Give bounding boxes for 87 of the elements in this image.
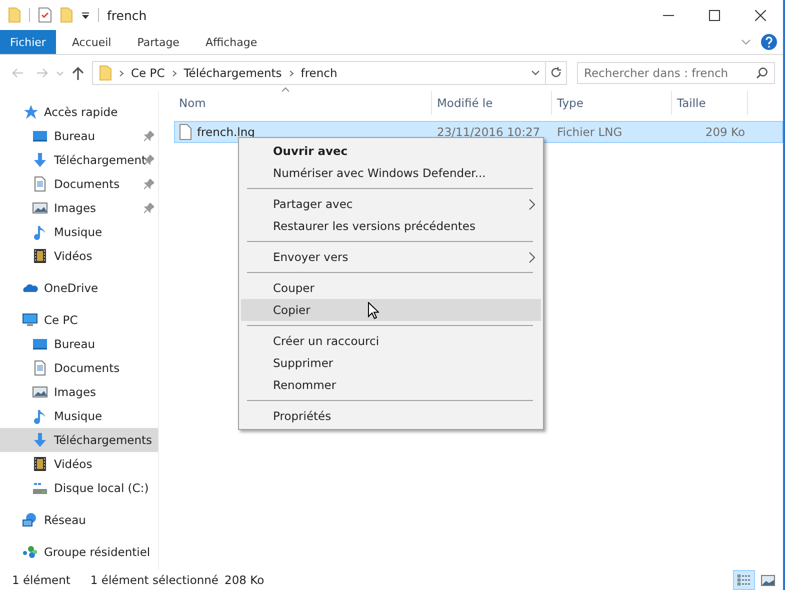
close-icon[interactable] xyxy=(754,10,766,20)
search-field[interactable]: Rechercher dans : french xyxy=(577,62,775,84)
nav-item[interactable]: Bureau xyxy=(0,124,158,148)
chevron-icon xyxy=(288,70,294,76)
nav-item[interactable]: Accès rapide xyxy=(0,100,158,124)
menu-item[interactable]: Copier xyxy=(241,299,541,321)
nav-item[interactable]: Téléchargement xyxy=(0,148,158,172)
picture-view-icon xyxy=(761,574,775,586)
document-icon xyxy=(32,176,48,192)
selection-info: 1 élément sélectionné xyxy=(90,573,219,587)
table-cell-text: Fichier LNG xyxy=(556,124,624,141)
folder-icon xyxy=(99,65,112,81)
drive-icon xyxy=(32,480,48,496)
breadcrumb[interactable]: french xyxy=(300,66,338,80)
window-title: french xyxy=(107,8,147,22)
table-cell-text: 209 Ko xyxy=(704,124,746,141)
document-icon xyxy=(32,360,48,376)
nav-item[interactable]: Musique xyxy=(0,404,158,428)
menu-item[interactable]: Ouvrir avec xyxy=(241,140,541,162)
ribbon-tab[interactable]: Accueil xyxy=(62,30,122,54)
desktop-icon xyxy=(32,128,48,144)
nav-item[interactable]: Vidéos xyxy=(0,452,158,476)
nav-item[interactable]: Documents xyxy=(0,172,158,196)
properties-icon[interactable] xyxy=(38,7,52,23)
nav-item[interactable]: Réseau xyxy=(0,508,158,532)
chevron-icon xyxy=(172,70,177,76)
menu-item[interactable]: Supprimer xyxy=(241,352,541,374)
ribbon-tab[interactable]: Affichage xyxy=(195,30,268,54)
menu-item[interactable]: Restaurer les versions précédentes xyxy=(241,215,541,237)
refresh-icon[interactable] xyxy=(550,67,562,79)
nav-item[interactable]: Ce PC xyxy=(0,308,158,332)
image-icon xyxy=(32,384,48,400)
search-icon xyxy=(756,67,768,79)
file-name: french.lng xyxy=(197,125,255,139)
new-folder-icon xyxy=(60,7,73,23)
item-count: 1 élément xyxy=(12,573,70,587)
people-group-icon xyxy=(22,544,38,560)
film-icon xyxy=(32,248,48,264)
list-view-icon xyxy=(737,574,751,586)
chevron-icon xyxy=(119,70,124,76)
monitor-icon xyxy=(22,312,38,328)
table-cell-text: 23/11/2016 10:27 xyxy=(436,124,542,141)
menu-item[interactable]: Renommer xyxy=(241,374,541,396)
nav-item[interactable]: Vidéos xyxy=(0,244,158,268)
selection-size: 208 Ko xyxy=(224,573,264,587)
column-header[interactable]: Taille xyxy=(672,91,748,115)
breadcrumb[interactable]: Ce PC xyxy=(131,66,165,80)
address-bar[interactable]: Ce PC Téléchargements french xyxy=(92,61,567,85)
menu-item[interactable]: Couper xyxy=(241,277,541,299)
menu-item[interactable]: Créer un raccourci xyxy=(241,330,541,352)
breadcrumb[interactable]: Téléchargements xyxy=(184,66,282,80)
details-view-button[interactable] xyxy=(733,570,755,590)
nav-item[interactable]: OneDrive xyxy=(0,276,158,300)
download-icon xyxy=(32,432,48,448)
ribbon-tab[interactable]: Fichier xyxy=(0,30,56,54)
nav-item[interactable]: Téléchargements xyxy=(0,428,158,452)
image-icon xyxy=(32,200,48,216)
maximize-icon[interactable] xyxy=(708,10,720,20)
star-icon xyxy=(22,104,38,120)
menu-item[interactable]: Envoyer vers xyxy=(241,246,541,268)
network-icon xyxy=(22,512,38,528)
expand-ribbon-icon[interactable] xyxy=(741,39,751,45)
file-icon xyxy=(179,124,192,140)
nav-item[interactable]: Disque local (C:) xyxy=(0,476,158,500)
desktop-icon xyxy=(32,336,48,352)
menu-item[interactable]: Propriétés xyxy=(241,405,541,427)
ribbon-tab[interactable]: Partage xyxy=(127,30,190,54)
menu-item[interactable]: Numériser avec Windows Defender... xyxy=(241,162,541,184)
mouse-pointer-icon xyxy=(368,302,380,318)
film-icon xyxy=(32,456,48,472)
nav-item[interactable]: Bureau xyxy=(0,332,158,356)
nav-item[interactable]: Musique xyxy=(0,220,158,244)
nav-item[interactable]: Images xyxy=(0,380,158,404)
nav-item[interactable]: Images xyxy=(0,196,158,220)
dropdown-icon[interactable] xyxy=(530,70,540,76)
nav-item[interactable]: Groupe résidentiel xyxy=(0,540,158,564)
dropdown-icon[interactable] xyxy=(81,10,90,20)
column-header[interactable]: Type xyxy=(552,91,672,115)
download-icon xyxy=(32,152,48,168)
menu-item[interactable]: Partager avec xyxy=(241,193,541,215)
help-icon[interactable] xyxy=(761,34,777,50)
up-arrow-icon[interactable] xyxy=(72,66,84,80)
folder-icon xyxy=(8,7,21,23)
minimize-icon[interactable] xyxy=(662,14,674,16)
nav-item[interactable]: Documents xyxy=(0,356,158,380)
column-header[interactable]: Modifié le xyxy=(432,91,552,115)
column-header[interactable]: Nom xyxy=(174,91,432,115)
